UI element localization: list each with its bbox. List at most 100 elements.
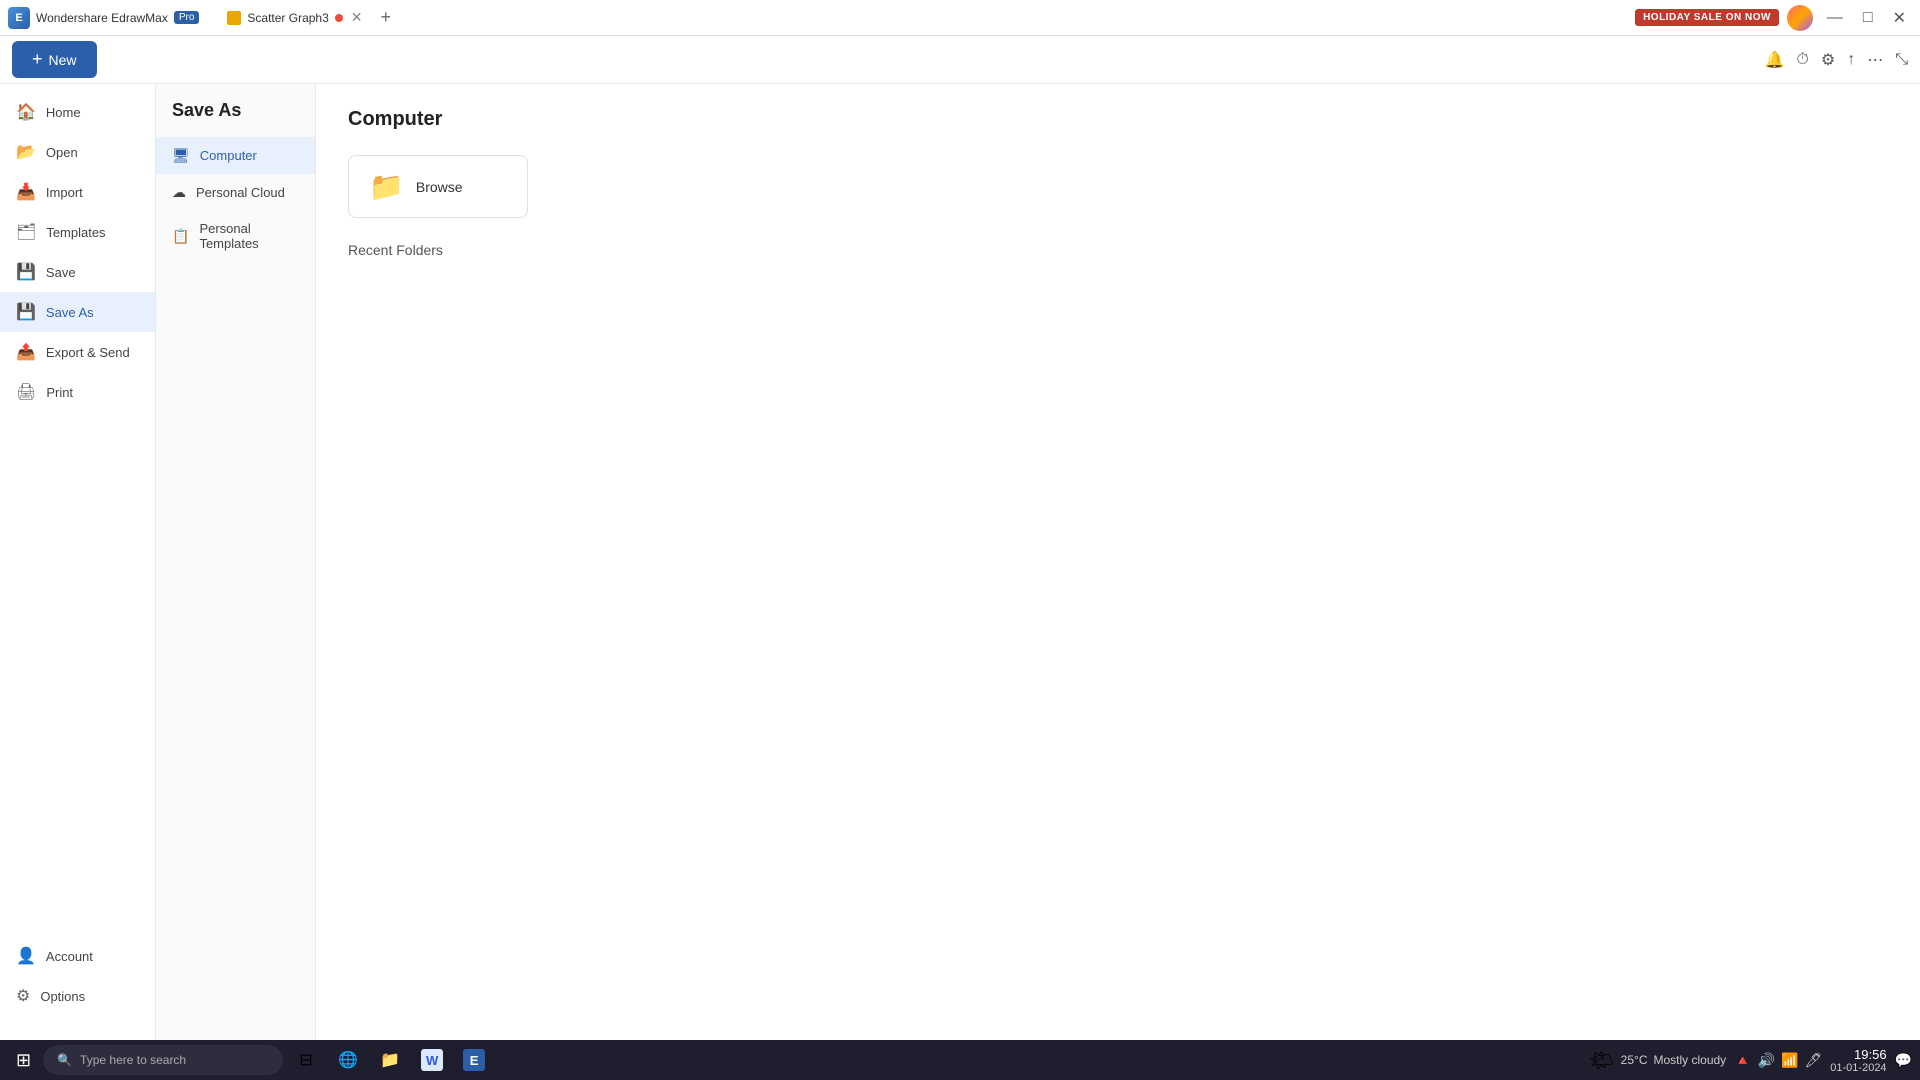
taskbar-app-taskview[interactable]: ⊟ (287, 1047, 325, 1073)
sidebar-item-templates[interactable]: 🗂 Templates (0, 212, 155, 252)
middle-item-personal-cloud[interactable]: ☁ Personal Cloud (156, 174, 315, 211)
avatar[interactable] (1787, 5, 1813, 31)
middle-item-computer[interactable]: 🖥 Computer (156, 137, 315, 174)
taskbar-search[interactable]: 🔍 Type here to search (43, 1045, 283, 1075)
close-button[interactable]: ✕ (1887, 8, 1912, 28)
tab-file-icon (227, 11, 241, 25)
sidebar-item-print[interactable]: 🖨 Print (0, 372, 155, 412)
tray-volume-icon[interactable]: 🔊 (1758, 1052, 1775, 1069)
zoom-icon[interactable]: ⤡ (1895, 51, 1908, 69)
sidebar-item-open[interactable]: 📂 Open (0, 132, 155, 172)
middle-panel-title: Save As (156, 100, 315, 137)
taskbar-tray: 🔺 🔊 📶 🖊 (1734, 1052, 1822, 1069)
print-icon: 🖨 (16, 382, 36, 402)
toolbar: + New 🔔 ⏱ ⚙ ↑ ⋯ ⤡ (0, 36, 1920, 84)
app-icon: E (8, 7, 30, 29)
computer-icon: 🖥 (172, 147, 190, 164)
tab-bar: Scatter Graph3 ✕ + (215, 3, 1635, 33)
holiday-sale-button[interactable]: HOLIDAY SALE ON NOW (1635, 9, 1779, 26)
sidebar-save-label: Save (46, 265, 76, 280)
sidebar-export-label: Export & Send (46, 345, 130, 360)
middle-panel: Save As 🖥 Computer ☁ Personal Cloud 📋 Pe… (156, 84, 316, 1040)
sidebar-item-save-as[interactable]: 💾 Save As (0, 292, 155, 332)
bell-icon[interactable]: 🔔 (1764, 50, 1784, 70)
browse-card[interactable]: 📁 Browse (348, 155, 528, 218)
taskbar-left: ⊞ 🔍 Type here to search ⊟ 🌐 📁 W E (8, 1045, 493, 1075)
middle-personal-templates-label: Personal Templates (199, 221, 299, 251)
save-as-icon: 💾 (16, 302, 36, 322)
taskbar-app-edraw[interactable]: E (455, 1047, 493, 1073)
sidebar-item-import[interactable]: 📥 Import (0, 172, 155, 212)
clock-icon[interactable]: ⏱ (1796, 51, 1808, 69)
start-button[interactable]: ⊞ (8, 1046, 39, 1075)
open-icon: 📂 (16, 142, 36, 162)
taskbar-app-word[interactable]: W (413, 1047, 451, 1073)
sidebar-bottom: 👤 Account ⚙ Options (0, 936, 155, 1032)
tray-pen-icon[interactable]: 🖊 (1805, 1052, 1823, 1069)
save-icon: 💾 (16, 262, 36, 282)
new-tab-button[interactable]: + (377, 7, 396, 28)
taskbar-app-chrome[interactable]: 🌐 (329, 1047, 367, 1073)
share-icon[interactable]: ↑ (1847, 51, 1855, 69)
home-icon: 🏠 (16, 102, 36, 122)
content-title: Computer (348, 108, 1888, 131)
import-icon: 📥 (16, 182, 36, 202)
account-icon: 👤 (16, 946, 36, 966)
cloud-icon: ☁ (172, 184, 186, 201)
tab-scatter-graph[interactable]: Scatter Graph3 ✕ (215, 3, 374, 33)
sidebar-import-label: Import (46, 185, 83, 200)
taskbar-notification-button[interactable]: 💬 (1895, 1052, 1912, 1069)
clock-time: 19:56 (1830, 1047, 1886, 1062)
settings-icon[interactable]: ⚙ (1821, 50, 1835, 70)
titlebar-actions: HOLIDAY SALE ON NOW — □ ✕ (1635, 5, 1912, 31)
sidebar-templates-label: Templates (46, 225, 105, 240)
sidebar-open-label: Open (46, 145, 78, 160)
sidebar-item-home[interactable]: 🏠 Home (0, 92, 155, 132)
middle-item-personal-templates[interactable]: 📋 Personal Templates (156, 211, 315, 261)
sidebar-account-label: Account (46, 949, 93, 964)
sidebar-save-as-label: Save As (46, 305, 94, 320)
sidebar-item-options[interactable]: ⚙ Options (0, 976, 155, 1016)
tab-unsaved-dot (335, 14, 343, 22)
weather-temp: 25°C (1621, 1053, 1648, 1067)
middle-personal-cloud-label: Personal Cloud (196, 185, 285, 200)
browse-label: Browse (416, 179, 463, 195)
tray-network-icon[interactable]: 📶 (1781, 1052, 1798, 1069)
taskbar-right: 🌤 25°C Mostly cloudy 🔺 🔊 📶 🖊 19:56 01-01… (1589, 1047, 1912, 1074)
titlebar: E Wondershare EdrawMax Pro Scatter Graph… (0, 0, 1920, 36)
recent-folders-label: Recent Folders (348, 242, 1888, 258)
chrome-icon: 🌐 (337, 1049, 359, 1071)
search-placeholder: Type here to search (80, 1053, 186, 1067)
tab-label: Scatter Graph3 (247, 11, 328, 25)
taskbar-clock: 19:56 01-01-2024 (1830, 1047, 1886, 1074)
edraw-taskbar-icon: E (463, 1049, 485, 1071)
new-plus-icon: + (32, 49, 43, 70)
minimize-button[interactable]: — (1821, 9, 1849, 27)
templates-icon: 🗂 (16, 222, 36, 242)
new-button[interactable]: + New (12, 41, 97, 78)
tab-close-button[interactable]: ✕ (351, 9, 363, 26)
sidebar-print-label: Print (46, 385, 73, 400)
folder-icon: 📁 (369, 170, 404, 203)
taskbar-app-files[interactable]: 📁 (371, 1047, 409, 1073)
weather-icon: 🌤 (1589, 1048, 1614, 1073)
sidebar: 🏠 Home 📂 Open 📥 Import 🗂 Templates 💾 Sav… (0, 84, 156, 1040)
sidebar-options-label: Options (40, 989, 85, 1004)
options-icon: ⚙ (16, 986, 30, 1006)
personal-templates-icon: 📋 (172, 228, 189, 245)
sidebar-item-account[interactable]: 👤 Account (0, 936, 155, 976)
word-icon: W (421, 1049, 443, 1071)
search-icon: 🔍 (57, 1053, 72, 1067)
tray-notification-icon[interactable]: 🔺 (1734, 1052, 1751, 1069)
taskview-icon: ⊟ (295, 1049, 317, 1071)
clock-date: 01-01-2024 (1830, 1062, 1886, 1074)
maximize-button[interactable]: □ (1857, 9, 1879, 27)
taskbar: ⊞ 🔍 Type here to search ⊟ 🌐 📁 W E 🌤 25°C… (0, 1040, 1920, 1080)
sidebar-item-export-send[interactable]: 📤 Export & Send (0, 332, 155, 372)
pro-badge: Pro (174, 11, 200, 24)
new-label: New (49, 52, 77, 68)
sidebar-item-save[interactable]: 💾 Save (0, 252, 155, 292)
sidebar-home-label: Home (46, 105, 81, 120)
sidebar-spacer (0, 412, 155, 936)
more-icon[interactable]: ⋯ (1867, 50, 1883, 70)
